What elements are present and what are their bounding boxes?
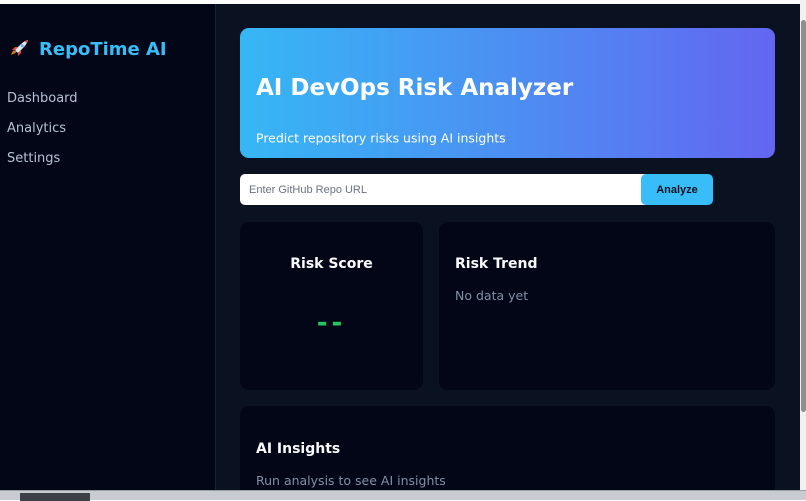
brand-name: RepoTime AI bbox=[39, 38, 167, 60]
rocket-icon bbox=[8, 38, 30, 60]
sidebar-nav: Dashboard Analytics Settings bbox=[7, 86, 78, 176]
sidebar-item-dashboard[interactable]: Dashboard bbox=[7, 86, 78, 116]
taskbar bbox=[0, 490, 806, 501]
hero-banner: AI DevOps Risk Analyzer Predict reposito… bbox=[240, 28, 775, 158]
sidebar-item-analytics[interactable]: Analytics bbox=[7, 116, 78, 146]
ai-insights-card: AI Insights Run analysis to see AI insig… bbox=[240, 406, 775, 490]
risk-trend-card: Risk Trend No data yet bbox=[439, 222, 775, 390]
sidebar-item-settings[interactable]: Settings bbox=[7, 146, 78, 176]
app-window: RepoTime AI Dashboard Analytics Settings… bbox=[0, 4, 800, 490]
page-title: AI DevOps Risk Analyzer bbox=[256, 75, 574, 101]
repo-url-input[interactable] bbox=[240, 174, 651, 205]
sidebar: RepoTime AI Dashboard Analytics Settings bbox=[0, 4, 216, 490]
risk-trend-title: Risk Trend bbox=[455, 256, 538, 272]
scrollbar-thumb[interactable] bbox=[801, 20, 806, 412]
risk-score-value: -- bbox=[316, 308, 347, 338]
main-content: AI DevOps Risk Analyzer Predict reposito… bbox=[216, 4, 800, 490]
page-subtitle: Predict repository risks using AI insigh… bbox=[256, 130, 506, 146]
analyze-button[interactable]: Analyze bbox=[641, 174, 713, 205]
risk-score-title: Risk Score bbox=[290, 256, 373, 272]
ai-insights-empty-text: Run analysis to see AI insights bbox=[256, 473, 446, 488]
ai-insights-title: AI Insights bbox=[256, 441, 341, 457]
brand: RepoTime AI bbox=[8, 38, 167, 60]
risk-score-card: Risk Score -- bbox=[240, 222, 423, 390]
risk-trend-empty-text: No data yet bbox=[455, 288, 529, 303]
